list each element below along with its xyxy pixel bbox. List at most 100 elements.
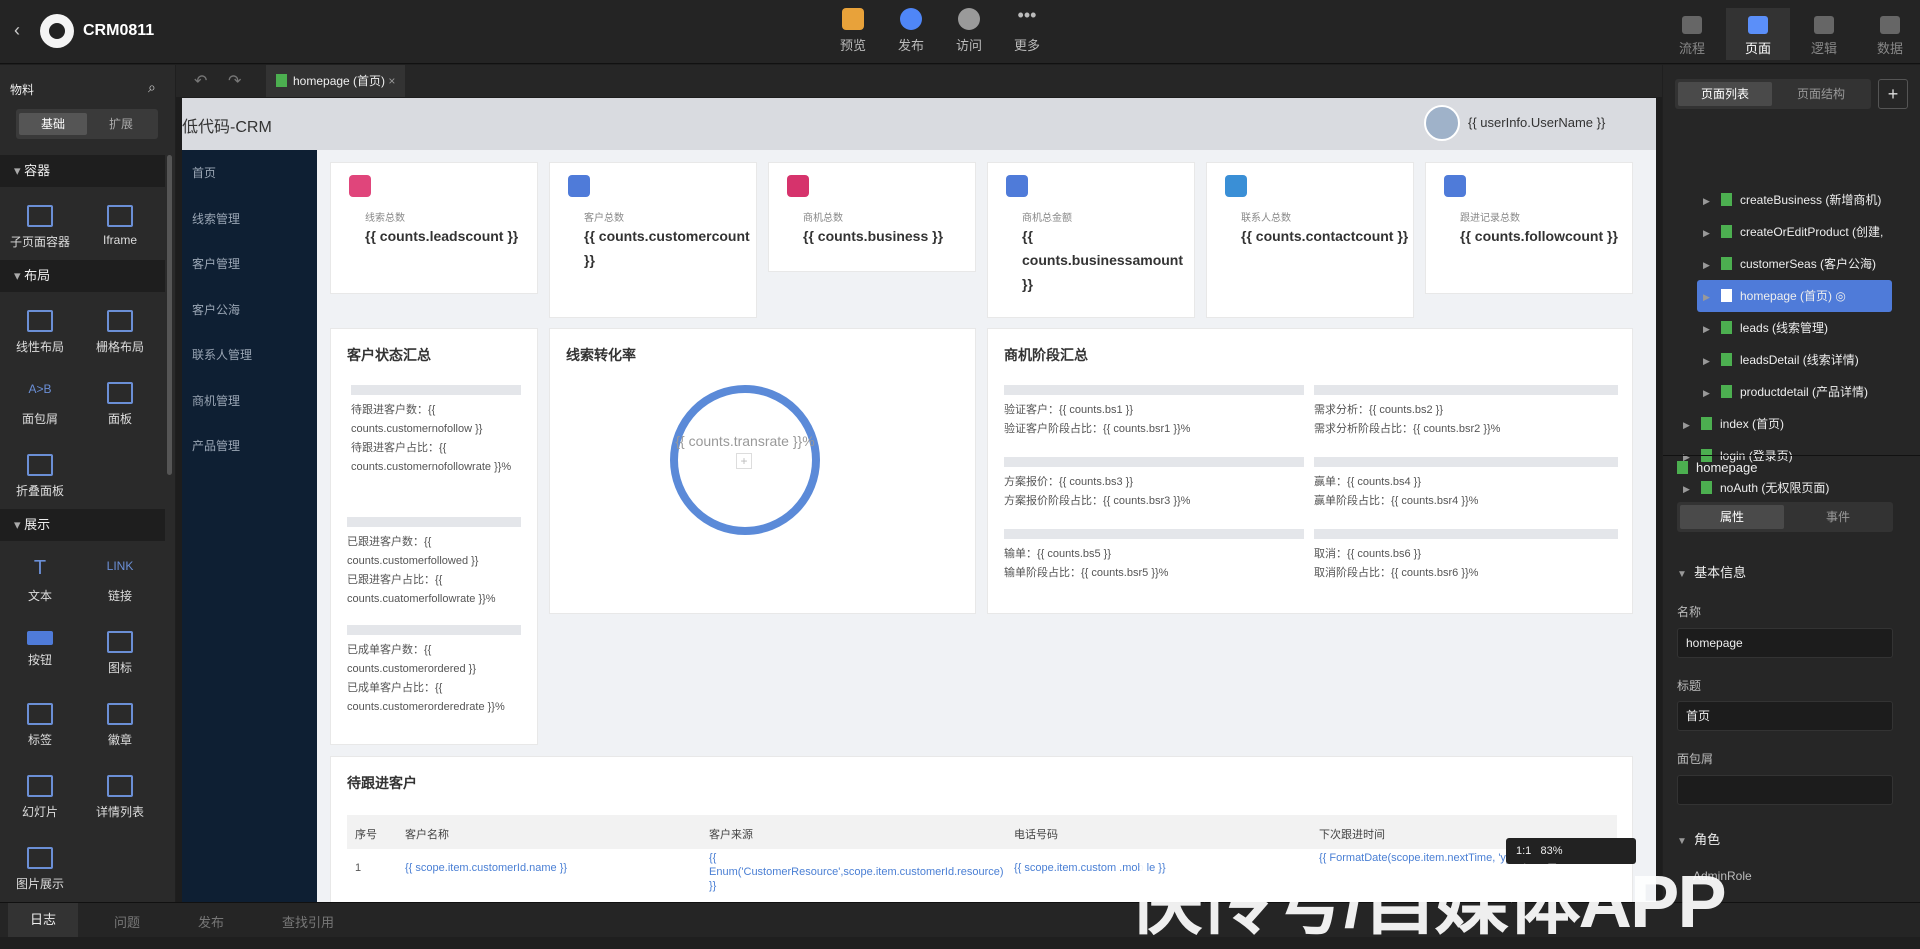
tab-process[interactable]: 流程 — [1660, 8, 1724, 60]
component-linear-layout[interactable]: 线性布局 — [0, 310, 80, 355]
tree-node[interactable]: ▶ leadsDetail (线索详情) — [1703, 347, 1859, 373]
nav-item-contacts[interactable]: 联系人管理 — [192, 346, 252, 363]
tab-logic[interactable]: 逻辑 — [1792, 8, 1856, 60]
tree-node-selected[interactable]: ▶ homepage (首页) ◎ — [1697, 280, 1892, 312]
stat-block: 验证客户：{{ counts.bs1 }} 验证客户阶段占比：{{ counts.… — [1004, 385, 1304, 439]
tree-node[interactable]: ▶ createOrEditProduct (创建, — [1703, 219, 1883, 245]
undo-icon[interactable]: ↶ — [194, 71, 207, 91]
breadcrumb-field[interactable] — [1677, 775, 1893, 805]
page-canvas[interactable]: 低代码-CRM {{ userInfo.UserName }} 首页 线索管理 … — [182, 98, 1656, 902]
subpage-icon — [27, 205, 53, 227]
file-icon — [1677, 461, 1688, 474]
page-icon — [1748, 16, 1768, 34]
preview-button[interactable]: 预览 — [828, 8, 878, 54]
kpi-card: 跟进记录总数{{ counts.followcount }} — [1425, 162, 1633, 294]
leads-icon — [349, 175, 371, 197]
component-iframe[interactable]: Iframe — [80, 205, 160, 247]
phone-icon — [1225, 175, 1247, 197]
tree-node[interactable]: ▶ customerSeas (客户公海) — [1703, 251, 1876, 277]
redo-icon[interactable]: ↷ — [228, 71, 241, 91]
section-basic-info[interactable]: ▼ 基本信息 — [1677, 562, 1746, 581]
conversion-rate-text: {{ counts.transrate }}% — [675, 433, 815, 449]
tree-node[interactable]: ▶ noAuth (无权限页面) — [1683, 475, 1829, 501]
play-icon — [842, 8, 864, 30]
stat-block: 取消：{{ counts.bs6 }} 取消阶段占比：{{ counts.bsr6… — [1314, 529, 1618, 583]
component-badge[interactable]: 徽章 — [80, 703, 160, 748]
nav-item-products[interactable]: 产品管理 — [192, 437, 240, 454]
collapse-icon — [27, 454, 53, 476]
materials-title: 物料 — [10, 83, 35, 97]
yen-icon — [1006, 175, 1028, 197]
stat-block: 需求分析：{{ counts.bs2 }} 需求分析阶段占比：{{ counts.… — [1314, 385, 1618, 439]
tab-publish[interactable]: 发布 — [198, 912, 224, 931]
component-button[interactable]: 按钮 — [0, 631, 80, 668]
category-layout[interactable]: 布局 — [0, 260, 165, 292]
tab-extension[interactable]: 扩展 — [87, 113, 155, 135]
tab-pages[interactable]: 页面 — [1726, 8, 1790, 60]
category-container[interactable]: 容器 — [0, 155, 165, 187]
publish-button[interactable]: 发布 — [886, 8, 936, 54]
tab-page-list[interactable]: 页面列表 — [1678, 82, 1772, 106]
user-name: {{ userInfo.UserName }} — [1468, 115, 1606, 130]
component-grid-layout[interactable]: 栅格布局 — [80, 310, 160, 355]
component-panel[interactable]: 面板 — [80, 382, 160, 427]
component-subpage[interactable]: 子页面容器 — [0, 205, 80, 250]
tab-problems[interactable]: 问题 — [114, 912, 140, 931]
add-icon[interactable]: + — [736, 453, 752, 469]
tab-basic[interactable]: 基础 — [19, 113, 87, 135]
category-display[interactable]: 展示 — [0, 509, 165, 541]
stat-block: 已成单客户数：{{ counts.customerordered }} 已成单客户… — [347, 625, 521, 717]
tab-page-structure[interactable]: 页面结构 — [1774, 82, 1868, 106]
close-icon[interactable]: × — [388, 74, 395, 88]
component-detail-list[interactable]: 详情列表 — [80, 775, 160, 820]
tab-homepage[interactable]: homepage (首页) × — [266, 65, 406, 97]
materials-scrollbar[interactable] — [167, 155, 172, 475]
materials-tabs: 基础 扩展 — [16, 109, 158, 139]
selected-page-name: homepage — [1677, 460, 1757, 475]
tree-node[interactable]: ▶ createBusiness (新增商机) — [1703, 187, 1881, 213]
kpi-card: 商机总数{{ counts.business }} — [768, 162, 976, 272]
top-bar: ‹ CRM0811 预览 发布 访问 ••• 更多 流程 页面 逻辑 数据 — [0, 0, 1920, 64]
visit-button[interactable]: 访问 — [944, 8, 994, 54]
tab-attributes[interactable]: 属性 — [1680, 505, 1784, 529]
component-carousel[interactable]: 幻灯片 — [0, 775, 80, 820]
more-button[interactable]: ••• 更多 — [1002, 5, 1052, 54]
tab-find-references[interactable]: 查找引用 — [282, 912, 334, 931]
tab-log[interactable]: 日志 — [8, 903, 79, 937]
kpi-card: 线索总数{{ counts.leadscount }} — [330, 162, 538, 294]
detail-list-icon — [107, 775, 133, 797]
search-icon[interactable]: ⌕ — [148, 79, 156, 96]
component-collapse[interactable]: 折叠面板 — [0, 454, 80, 499]
stat-block: 已跟进客户数：{{ counts.customerfollowed }} 已跟进客… — [347, 517, 521, 609]
name-field[interactable]: homepage — [1677, 628, 1893, 658]
tab-events[interactable]: 事件 — [1786, 505, 1890, 529]
nav-item-home[interactable]: 首页 — [192, 164, 216, 181]
image-icon — [27, 847, 53, 869]
stat-block: 待跟进客户数：{{ counts.customernofollow }} 待跟进客… — [351, 385, 521, 477]
component-image[interactable]: 图片展示 — [0, 847, 80, 892]
data-icon — [1880, 16, 1900, 34]
nav-item-customers[interactable]: 客户管理 — [192, 255, 240, 272]
component-text[interactable]: T 文本 — [0, 558, 80, 604]
breadcrumb-label: 面包屑 — [1677, 752, 1714, 766]
tree-node[interactable]: ▶ index (首页) — [1683, 411, 1784, 437]
nav-item-leads[interactable]: 线索管理 — [192, 210, 240, 227]
customer-icon — [568, 175, 590, 197]
tab-data[interactable]: 数据 — [1858, 8, 1920, 60]
stat-block: 方案报价：{{ counts.bs3 }} 方案报价阶段占比：{{ counts.… — [1004, 457, 1304, 511]
more-dots-icon: ••• — [1017, 5, 1037, 25]
component-link[interactable]: LINK 链接 — [80, 559, 160, 604]
title-field[interactable]: 首页 — [1677, 701, 1893, 731]
tree-node[interactable]: ▶ leads (线索管理) — [1703, 315, 1828, 341]
nav-item-customer-seas[interactable]: 客户公海 — [192, 301, 240, 318]
back-icon[interactable]: ‹ — [14, 20, 20, 41]
component-icon[interactable]: 图标 — [80, 631, 160, 676]
add-page-button[interactable]: + — [1878, 79, 1908, 109]
conversion-card: 线索转化率 {{ counts.transrate }}% + — [549, 328, 976, 614]
page-title: 低代码-CRM — [182, 119, 272, 136]
pages-panel-tabs: 页面列表 页面结构 — [1675, 79, 1871, 109]
component-label[interactable]: 标签 — [0, 703, 80, 748]
tree-node[interactable]: ▶ productdetail (产品详情) — [1703, 379, 1868, 405]
nav-item-business[interactable]: 商机管理 — [192, 392, 240, 409]
component-breadcrumb[interactable]: A>B 面包屑 — [0, 382, 80, 427]
